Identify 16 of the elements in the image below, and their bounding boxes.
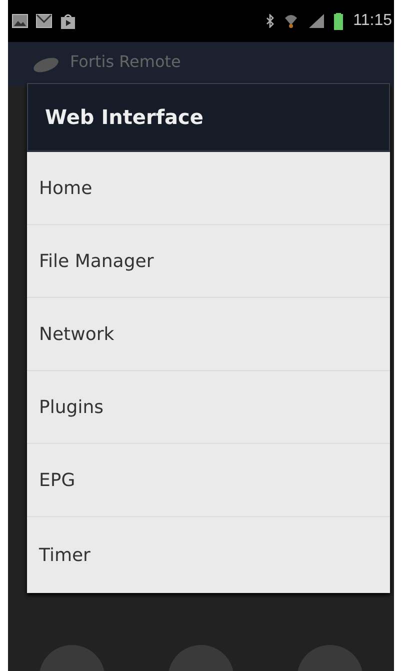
app-title: Fortis Remote xyxy=(70,52,181,70)
shopping-bag-icon xyxy=(60,13,76,29)
wifi-icon xyxy=(284,13,298,29)
bluetooth-icon xyxy=(266,14,274,28)
picture-icon xyxy=(12,14,28,28)
menu-item[interactable]: Timer xyxy=(27,517,390,593)
menu-item[interactable]: Network xyxy=(27,298,390,371)
clock-time: 11:15 xyxy=(353,12,392,30)
signal-icon xyxy=(308,14,324,28)
menu-item[interactable]: Plugins xyxy=(27,371,390,444)
menu-item[interactable]: File Manager xyxy=(27,225,390,298)
battery-icon xyxy=(334,12,344,30)
menu-item[interactable]: EPG xyxy=(27,444,390,517)
menu-item[interactable]: Home xyxy=(27,152,390,225)
mail-icon xyxy=(36,14,52,28)
dialog-title: Web Interface xyxy=(27,83,390,152)
